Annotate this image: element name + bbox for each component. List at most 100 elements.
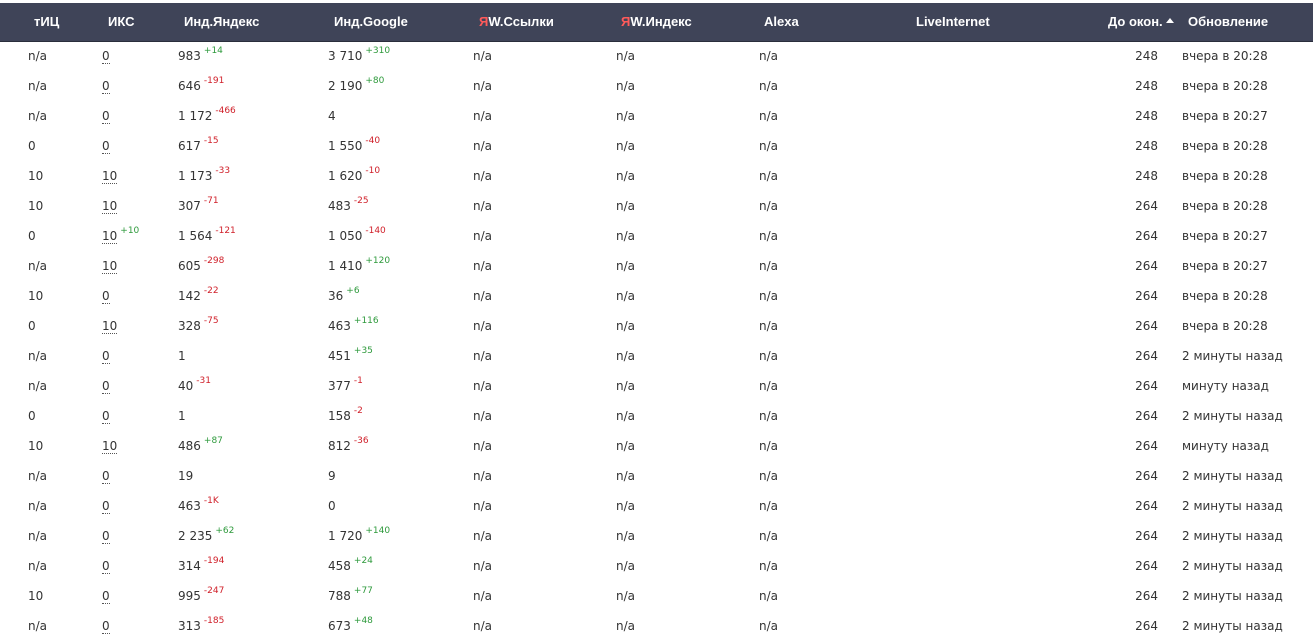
- cell-iks[interactable]: 0: [102, 71, 110, 101]
- cell-tic: 10: [28, 431, 43, 461]
- cell-iks-value[interactable]: 10: [102, 199, 118, 214]
- cell-iks-value[interactable]: 0: [102, 559, 110, 574]
- cell-yw-links: n/a: [473, 131, 492, 161]
- cell-iks-value[interactable]: 10: [102, 259, 118, 274]
- cell-iks-value[interactable]: 0: [102, 589, 110, 604]
- cell-yw-index: n/a: [616, 611, 635, 640]
- cell-iks-value[interactable]: 0: [102, 469, 110, 484]
- table-row: n/a 0 313 -185 673 +48 n/a n/a n/a 264 2 минуты на…: [0, 611, 1313, 640]
- cell-iks[interactable]: 0: [102, 341, 110, 371]
- cell-yw-index: n/a: [616, 71, 635, 101]
- col-header-tic[interactable]: тИЦ: [34, 3, 59, 41]
- cell-ind-google: 9: [328, 461, 336, 491]
- cell-tic: n/a: [28, 461, 47, 491]
- cell-days: 248: [1135, 101, 1158, 131]
- cell-iks[interactable]: 0: [102, 611, 110, 640]
- cell-iks[interactable]: 0: [102, 461, 110, 491]
- cell-ind-google: 812 -36: [328, 431, 369, 461]
- col-header-updated[interactable]: Обновление: [1188, 3, 1268, 41]
- cell-yw-links: n/a: [473, 401, 492, 431]
- cell-tic: n/a: [28, 491, 47, 521]
- cell-yw-index-value: n/a: [616, 349, 636, 363]
- cell-iks[interactable]: 0: [102, 41, 110, 71]
- cell-iks[interactable]: 0: [102, 581, 110, 611]
- cell-iks[interactable]: 0: [102, 131, 110, 161]
- cell-iks[interactable]: 10 +10: [102, 221, 139, 251]
- cell-days: 248: [1135, 41, 1158, 71]
- cell-days: 264: [1135, 491, 1158, 521]
- cell-iks-value[interactable]: 0: [102, 139, 110, 154]
- cell-ind-yandex-value: 617: [178, 139, 201, 153]
- col-header-alexa[interactable]: Alexa: [764, 3, 799, 41]
- cell-updated-value: 2 минуты назад: [1182, 409, 1283, 423]
- cell-ind-google-value: 3 710: [328, 49, 363, 63]
- cell-ind-google: 673 +48: [328, 611, 373, 640]
- col-header-iks[interactable]: ИКС: [108, 3, 135, 41]
- cell-yw-index: n/a: [616, 311, 635, 341]
- cell-iks-value[interactable]: 10: [102, 169, 118, 184]
- cell-days: 264: [1135, 371, 1158, 401]
- col-header-ind-yandex[interactable]: Инд.Яндекс: [184, 3, 259, 41]
- cell-updated: 2 минуты назад: [1182, 521, 1283, 551]
- cell-updated: вчера в 20:28: [1182, 161, 1268, 191]
- cell-tic: n/a: [28, 101, 47, 131]
- col-header-ind-google[interactable]: Инд.Google: [334, 3, 408, 41]
- cell-iks-value[interactable]: 0: [102, 409, 110, 424]
- cell-updated-value: 2 минуты назад: [1182, 619, 1283, 633]
- cell-iks-value[interactable]: 0: [102, 79, 110, 94]
- cell-ind-yandex-delta: -1K: [203, 496, 219, 506]
- cell-iks[interactable]: 0: [102, 551, 110, 581]
- cell-yw-links-value: n/a: [473, 469, 493, 483]
- cell-yw-index-value: n/a: [616, 49, 636, 63]
- cell-iks-value[interactable]: 10: [102, 229, 118, 244]
- cell-iks[interactable]: 0: [102, 521, 110, 551]
- cell-iks[interactable]: 10: [102, 311, 118, 341]
- cell-iks-value[interactable]: 0: [102, 289, 110, 304]
- cell-iks[interactable]: 10: [102, 191, 118, 221]
- cell-ind-google: 463 +116: [328, 311, 379, 341]
- cell-iks-value[interactable]: 10: [102, 319, 118, 334]
- cell-iks[interactable]: 10: [102, 251, 118, 281]
- cell-tic: 10: [28, 581, 43, 611]
- cell-updated-value: 2 минуты назад: [1182, 559, 1283, 573]
- cell-iks-value[interactable]: 0: [102, 619, 110, 634]
- cell-iks-value[interactable]: 0: [102, 349, 110, 364]
- cell-iks[interactable]: 10: [102, 161, 118, 191]
- cell-yw-index-value: n/a: [616, 169, 636, 183]
- table-row: 0 10 328 -75 463 +116 n/a n/a n/a 264 вчера в 20:2…: [0, 311, 1313, 341]
- col-header-liveinternet[interactable]: LiveInternet: [916, 3, 990, 41]
- cell-days-value: 264: [1135, 349, 1158, 363]
- col-header-days[interactable]: До окон.: [1108, 3, 1174, 41]
- col-header-yw-links[interactable]: ЯW.Ссылки: [479, 3, 554, 41]
- cell-iks[interactable]: 0: [102, 281, 110, 311]
- cell-ind-google-delta: +48: [353, 616, 373, 626]
- cell-iks-value[interactable]: 0: [102, 529, 110, 544]
- cell-iks-value[interactable]: 0: [102, 109, 110, 124]
- col-header-yw-index[interactable]: ЯW.Индекс: [621, 3, 692, 41]
- cell-iks-value[interactable]: 10: [102, 439, 118, 454]
- cell-updated-value: вчера в 20:28: [1182, 79, 1268, 93]
- cell-iks[interactable]: 0: [102, 491, 110, 521]
- cell-tic-value: 10: [28, 169, 44, 183]
- cell-days: 264: [1135, 401, 1158, 431]
- cell-days: 248: [1135, 161, 1158, 191]
- cell-tic: 0: [28, 311, 36, 341]
- cell-ind-yandex: 486 +87: [178, 431, 223, 461]
- cell-yw-links: n/a: [473, 461, 492, 491]
- cell-iks-value[interactable]: 0: [102, 379, 110, 394]
- cell-iks[interactable]: 10: [102, 431, 118, 461]
- cell-alexa: n/a: [759, 251, 778, 281]
- cell-tic: 10: [28, 191, 43, 221]
- cell-yw-index: n/a: [616, 371, 635, 401]
- table-row: 0 10 +10 1 564 -121 1 050 -140 n/a n/a n/a 264 вчер…: [0, 221, 1313, 251]
- cell-iks[interactable]: 0: [102, 401, 110, 431]
- cell-alexa-value: n/a: [759, 229, 779, 243]
- cell-yw-links: n/a: [473, 611, 492, 640]
- cell-updated: вчера в 20:28: [1182, 311, 1268, 341]
- cell-ind-google-value: 1 550: [328, 139, 363, 153]
- cell-alexa-value: n/a: [759, 139, 779, 153]
- cell-iks[interactable]: 0: [102, 371, 110, 401]
- cell-iks[interactable]: 0: [102, 101, 110, 131]
- cell-iks-value[interactable]: 0: [102, 499, 110, 514]
- cell-iks-value[interactable]: 0: [102, 49, 110, 64]
